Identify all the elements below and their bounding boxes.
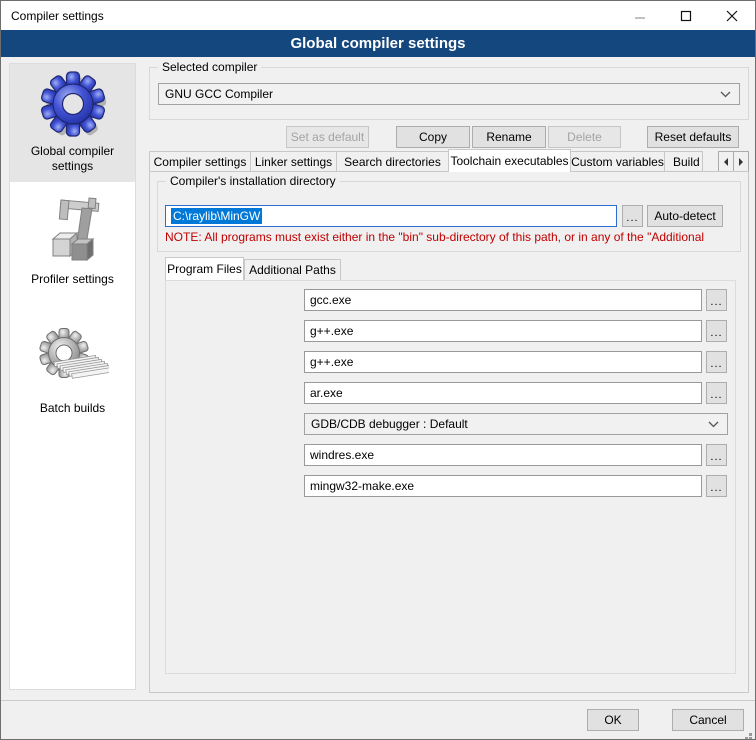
- sidebar-item-label: Global compiler settings: [12, 144, 133, 174]
- cancel-button[interactable]: Cancel: [672, 709, 744, 731]
- footer-divider: [1, 700, 755, 701]
- arrow-right-icon: [737, 157, 745, 167]
- static-linker-input[interactable]: ar.exe: [304, 382, 702, 404]
- arrow-left-icon: [722, 157, 730, 167]
- resource-compiler-input[interactable]: windres.exe: [304, 444, 702, 466]
- title-bar: Compiler settings: [1, 1, 755, 30]
- sidebar-item-label: Batch builds: [12, 401, 133, 416]
- group-label: Compiler's installation directory: [166, 174, 340, 188]
- tab-toolchain-executables[interactable]: Toolchain executables: [448, 149, 571, 172]
- c-compiler-input[interactable]: gcc.exe: [304, 289, 702, 311]
- cpp-compiler-input[interactable]: g++.exe: [304, 320, 702, 342]
- resize-grip[interactable]: [749, 733, 752, 736]
- bin-subdirectory-note: NOTE: All programs must exist either in …: [165, 230, 731, 244]
- make-program-input[interactable]: mingw32-make.exe: [304, 475, 702, 497]
- ok-button[interactable]: OK: [587, 709, 639, 731]
- tab-build-clipped[interactable]: Build: [664, 151, 703, 172]
- sidebar-item-label: Profiler settings: [12, 272, 133, 287]
- delete-button[interactable]: Delete: [548, 126, 621, 148]
- c-compiler-browse-button[interactable]: ...: [706, 289, 727, 311]
- chevron-down-icon: [720, 91, 731, 98]
- compiler-select-value: GNU GCC Compiler: [165, 87, 273, 101]
- maximize-button[interactable]: [663, 1, 709, 30]
- compiler-settings-dialog: Compiler settings Global compiler settin…: [0, 0, 756, 740]
- tab-scroll-left-button[interactable]: [718, 151, 734, 172]
- group-label: Selected compiler: [158, 60, 261, 74]
- auto-detect-button[interactable]: Auto-detect: [647, 205, 723, 227]
- chevron-down-icon: [708, 421, 719, 428]
- make-program-browse-button[interactable]: ...: [706, 475, 727, 497]
- tab-scroll-right-button[interactable]: [733, 151, 749, 172]
- close-icon: [726, 10, 738, 22]
- sidebar-item-global-compiler-settings[interactable]: Global compiler settings: [10, 64, 135, 182]
- close-button[interactable]: [709, 1, 755, 30]
- gear-stack-icon: [12, 327, 133, 397]
- dynamic-linker-browse-button[interactable]: ...: [706, 351, 727, 373]
- rename-button[interactable]: Rename: [472, 126, 546, 148]
- resource-compiler-browse-button[interactable]: ...: [706, 444, 727, 466]
- subtab-additional-paths[interactable]: Additional Paths: [244, 259, 341, 280]
- compiler-select[interactable]: GNU GCC Compiler: [158, 83, 740, 105]
- tab-custom-variables[interactable]: Custom variables: [570, 151, 665, 172]
- tab-search-directories[interactable]: Search directories: [336, 151, 449, 172]
- blue-gear-icon: [12, 70, 133, 140]
- settings-tab-bar: Compiler settings Linker settings Search…: [149, 149, 749, 172]
- set-as-default-button[interactable]: Set as default: [286, 126, 369, 148]
- install-directory-browse-button[interactable]: ...: [622, 205, 643, 227]
- tab-linker-settings[interactable]: Linker settings: [250, 151, 337, 172]
- selected-compiler-group: Selected compiler GNU GCC Compiler: [149, 67, 749, 120]
- subtab-program-files[interactable]: Program Files: [165, 257, 244, 280]
- sidebar-item-batch-builds[interactable]: Batch builds: [10, 321, 135, 424]
- minimize-button[interactable]: [617, 1, 663, 30]
- cpp-compiler-browse-button[interactable]: ...: [706, 320, 727, 342]
- minimize-icon: [634, 10, 646, 22]
- dynamic-linker-input[interactable]: g++.exe: [304, 351, 702, 373]
- window-title: Compiler settings: [1, 9, 104, 23]
- reset-defaults-button[interactable]: Reset defaults: [647, 126, 739, 148]
- install-directory-input[interactable]: C:\raylib\MinGW: [165, 205, 617, 227]
- selected-path-text: C:\raylib\MinGW: [171, 208, 262, 224]
- debugger-select[interactable]: GDB/CDB debugger : Default: [304, 413, 728, 435]
- maximize-icon: [680, 10, 692, 22]
- tab-compiler-settings[interactable]: Compiler settings: [149, 151, 251, 172]
- static-linker-browse-button[interactable]: ...: [706, 382, 727, 404]
- settings-category-list: Global compiler settings: [9, 63, 136, 690]
- page-title: Global compiler settings: [1, 30, 755, 57]
- sidebar-item-profiler-settings[interactable]: Profiler settings: [10, 192, 135, 295]
- copy-button[interactable]: Copy: [396, 126, 470, 148]
- caliper-icon: [12, 198, 133, 268]
